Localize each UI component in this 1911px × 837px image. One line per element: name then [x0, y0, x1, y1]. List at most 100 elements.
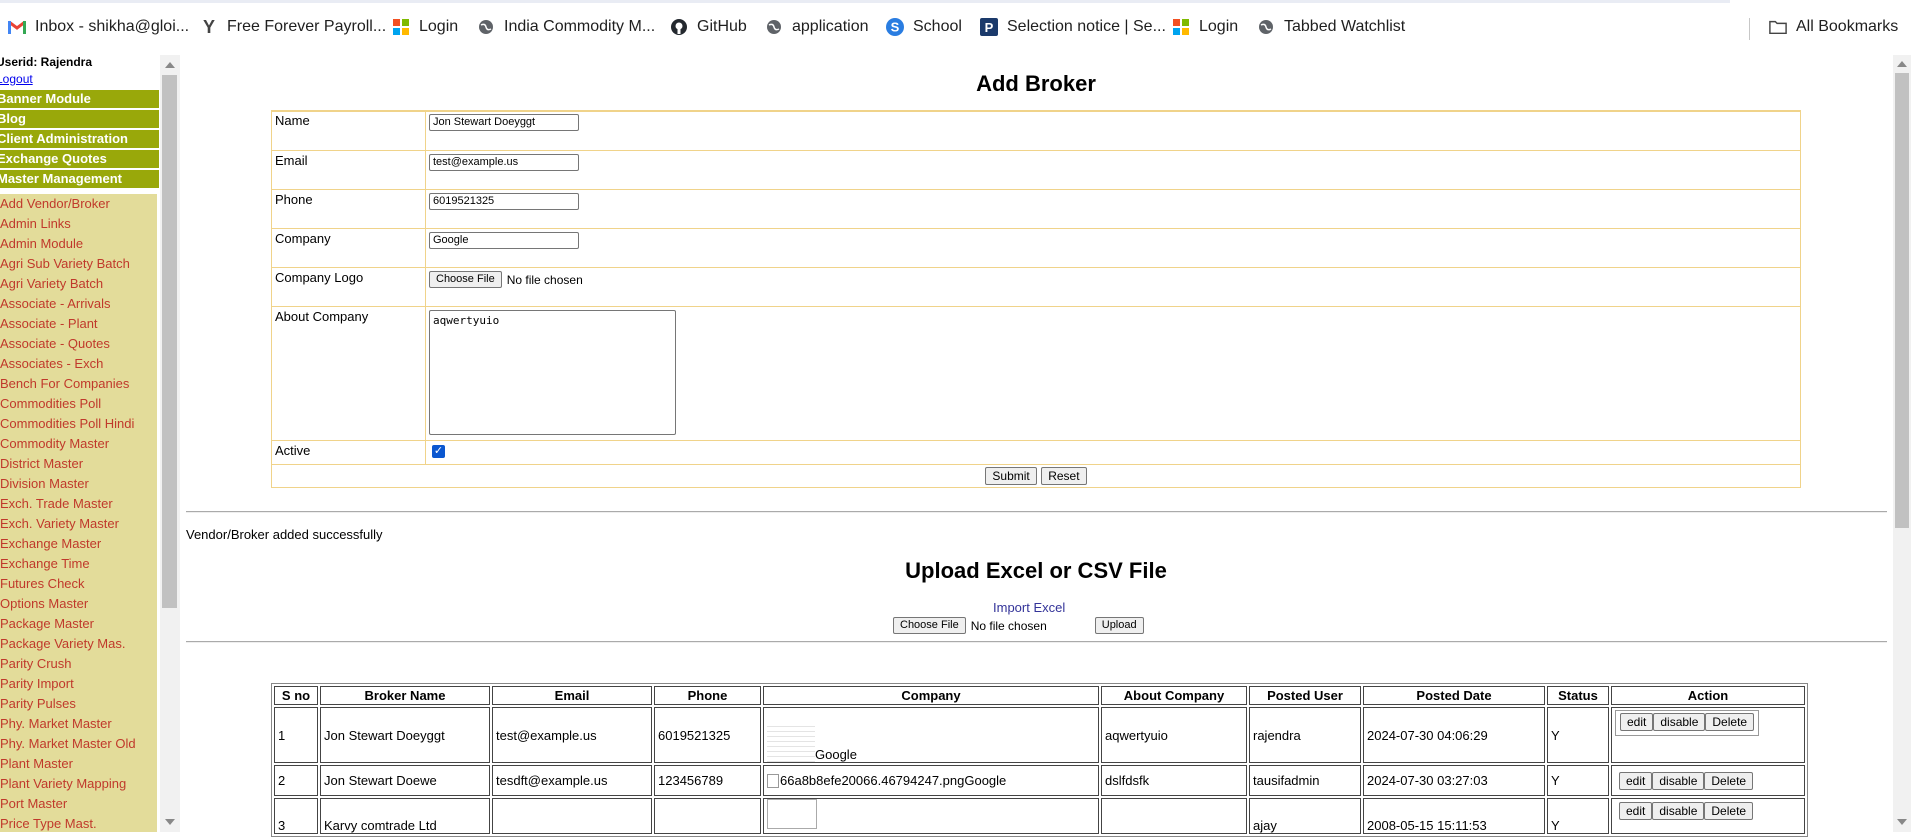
active-label: Active — [275, 443, 311, 458]
edit-button[interactable]: edit — [1620, 713, 1654, 731]
menu-item[interactable]: Parity Pulses — [0, 694, 157, 714]
bookmark-tabbed-watchlist[interactable]: Tabbed Watchlist — [1257, 18, 1405, 36]
scroll-down-arrow-icon[interactable] — [165, 819, 175, 825]
phone-input[interactable]: 6019521325 — [429, 193, 579, 210]
menu-item[interactable]: Phy. Market Master Old — [0, 734, 157, 754]
table-row: 1 Jon Stewart Doeyggt test@example.us 60… — [274, 707, 1805, 763]
menu-item[interactable]: Associate - Plant — [0, 314, 157, 334]
module-master-management[interactable]: Master Management — [0, 170, 159, 188]
module-banner[interactable]: Banner Module — [0, 90, 159, 108]
menu-item[interactable]: Options Master — [0, 594, 157, 614]
github-icon — [670, 18, 688, 36]
logout-link[interactable]: Logout — [0, 72, 33, 86]
email-label: Email — [275, 153, 308, 168]
page-scrollbar[interactable] — [1893, 55, 1911, 832]
bookmark-login-2[interactable]: Login — [1172, 18, 1238, 36]
phone-label: Phone — [275, 192, 313, 207]
menu-item[interactable]: Associates - Exch — [0, 354, 157, 374]
menu-item[interactable]: Package Master — [0, 614, 157, 634]
menu-item[interactable]: Bench For Companies — [0, 374, 157, 394]
bookmark-github[interactable]: GitHub — [670, 18, 747, 36]
bookmark-selection-notice[interactable]: P Selection notice | Se... — [980, 18, 1166, 36]
menu-item[interactable]: Admin Links — [0, 214, 157, 234]
import-excel-label: Import Excel — [993, 600, 1066, 615]
bookmark-school[interactable]: S School — [886, 18, 962, 36]
email-input[interactable]: test@example.us — [429, 154, 579, 171]
all-bookmarks[interactable]: All Bookmarks — [1769, 18, 1898, 36]
module-client-administration[interactable]: Client Administration — [0, 130, 159, 148]
scrollbar-thumb[interactable] — [1895, 73, 1909, 528]
edit-button[interactable]: edit — [1619, 802, 1653, 820]
bookmark-india-commodity[interactable]: India Commodity M... — [477, 18, 655, 36]
scroll-up-arrow-icon[interactable] — [165, 62, 175, 68]
disable-button[interactable]: disable — [1652, 771, 1705, 790]
menu-item[interactable]: Agri Sub Variety Batch — [0, 254, 157, 274]
delete-button[interactable]: Delete — [1705, 713, 1755, 731]
menu-item[interactable]: Parity Import — [0, 674, 157, 694]
menu-item[interactable]: Commodity Master — [0, 434, 157, 454]
upload-button[interactable]: Upload — [1094, 617, 1144, 634]
cell-action: edit disable Delete — [1611, 707, 1805, 763]
bookmark-payroll[interactable]: Y Free Forever Payroll... — [200, 17, 386, 37]
scroll-up-arrow-icon[interactable] — [1897, 61, 1907, 67]
bookmark-login[interactable]: Login — [392, 18, 458, 36]
disable-button[interactable]: disable — [1652, 802, 1705, 820]
reset-button[interactable]: Reset — [1041, 467, 1087, 485]
module-label: Master Management — [0, 171, 122, 186]
menu-item[interactable]: Exch. Variety Master — [0, 514, 157, 534]
menu-item[interactable]: Phy. Market Master — [0, 714, 157, 734]
cell-broker-name: Jon Stewart Doeyggt — [320, 707, 490, 763]
menu-item[interactable]: Exch. Trade Master — [0, 494, 157, 514]
submit-button[interactable]: Submit — [985, 467, 1037, 485]
module-exchange-quotes[interactable]: Exchange Quotes — [0, 150, 159, 168]
edit-button[interactable]: edit — [1619, 771, 1653, 790]
bookmark-inbox[interactable]: Inbox - shikha@gloi... — [8, 18, 189, 36]
cell-sno: 3 — [274, 798, 318, 834]
col-email: Email — [492, 686, 652, 705]
choose-file-button[interactable]: Choose File — [893, 617, 966, 634]
name-input[interactable]: Jon Stewart Doeyggt — [429, 114, 579, 131]
cell-company: Google — [763, 707, 1099, 763]
menu-item[interactable]: Associate - Arrivals — [0, 294, 157, 314]
menu-item[interactable]: Parity Crush — [0, 654, 157, 674]
menu-item[interactable]: Exchange Master — [0, 534, 157, 554]
menu-item[interactable]: Division Master — [0, 474, 157, 494]
menu-item[interactable]: Port Master — [0, 794, 157, 814]
module-blog[interactable]: Blog — [0, 110, 159, 128]
active-checkbox[interactable]: ✓ — [432, 445, 445, 458]
company-name: 66a8b8efe20066.46794247.pngGoogle — [780, 772, 1007, 788]
module-label: Banner Module — [0, 91, 91, 106]
choose-file-button[interactable]: Choose File — [429, 271, 502, 288]
cell-broker-name: Karvy comtrade Ltd — [320, 798, 490, 834]
about-company-textarea[interactable]: aqwertyuio — [429, 310, 676, 435]
cell-posted-date: 2024-07-30 03:27:03 — [1363, 765, 1545, 796]
bookmark-application[interactable]: application — [765, 18, 869, 36]
menu-item[interactable]: Plant Master — [0, 754, 157, 774]
delete-button[interactable]: Delete — [1704, 802, 1754, 820]
bookmark-label: Tabbed Watchlist — [1284, 18, 1406, 35]
menu-item[interactable]: Plant Variety Mapping — [0, 774, 157, 794]
bookmark-label: Selection notice | Se... — [1007, 18, 1166, 35]
windows-grid-icon — [392, 18, 410, 36]
menu-item[interactable]: Add Vendor/Broker — [0, 194, 157, 214]
delete-button[interactable]: Delete — [1704, 771, 1754, 790]
menu-item[interactable]: Admin Module — [0, 234, 157, 254]
menu-item[interactable]: Agri Variety Batch — [0, 274, 157, 294]
menu-item[interactable]: Futures Check — [0, 574, 157, 594]
scrollbar-thumb[interactable] — [162, 75, 177, 608]
scroll-down-arrow-icon[interactable] — [1897, 819, 1907, 825]
menu-item[interactable]: Commodities Poll — [0, 394, 157, 414]
sidebar-scrollbar[interactable] — [160, 55, 180, 832]
col-phone: Phone — [654, 686, 761, 705]
menu-item[interactable]: Associate - Quotes — [0, 334, 157, 354]
column-divider — [425, 229, 426, 267]
menu-item[interactable]: Price Type Mast. — [0, 814, 157, 832]
tab-strip-edge — [0, 0, 1730, 3]
menu-item[interactable]: Exchange Time — [0, 554, 157, 574]
menu-item[interactable]: Package Variety Mas. — [0, 634, 157, 654]
disable-button[interactable]: disable — [1653, 713, 1706, 731]
company-input[interactable]: Google — [429, 232, 579, 249]
table-row: 2 Jon Stewart Doewe tesdft@example.us 12… — [274, 765, 1805, 796]
menu-item[interactable]: Commodities Poll Hindi — [0, 414, 157, 434]
menu-item[interactable]: District Master — [0, 454, 157, 474]
